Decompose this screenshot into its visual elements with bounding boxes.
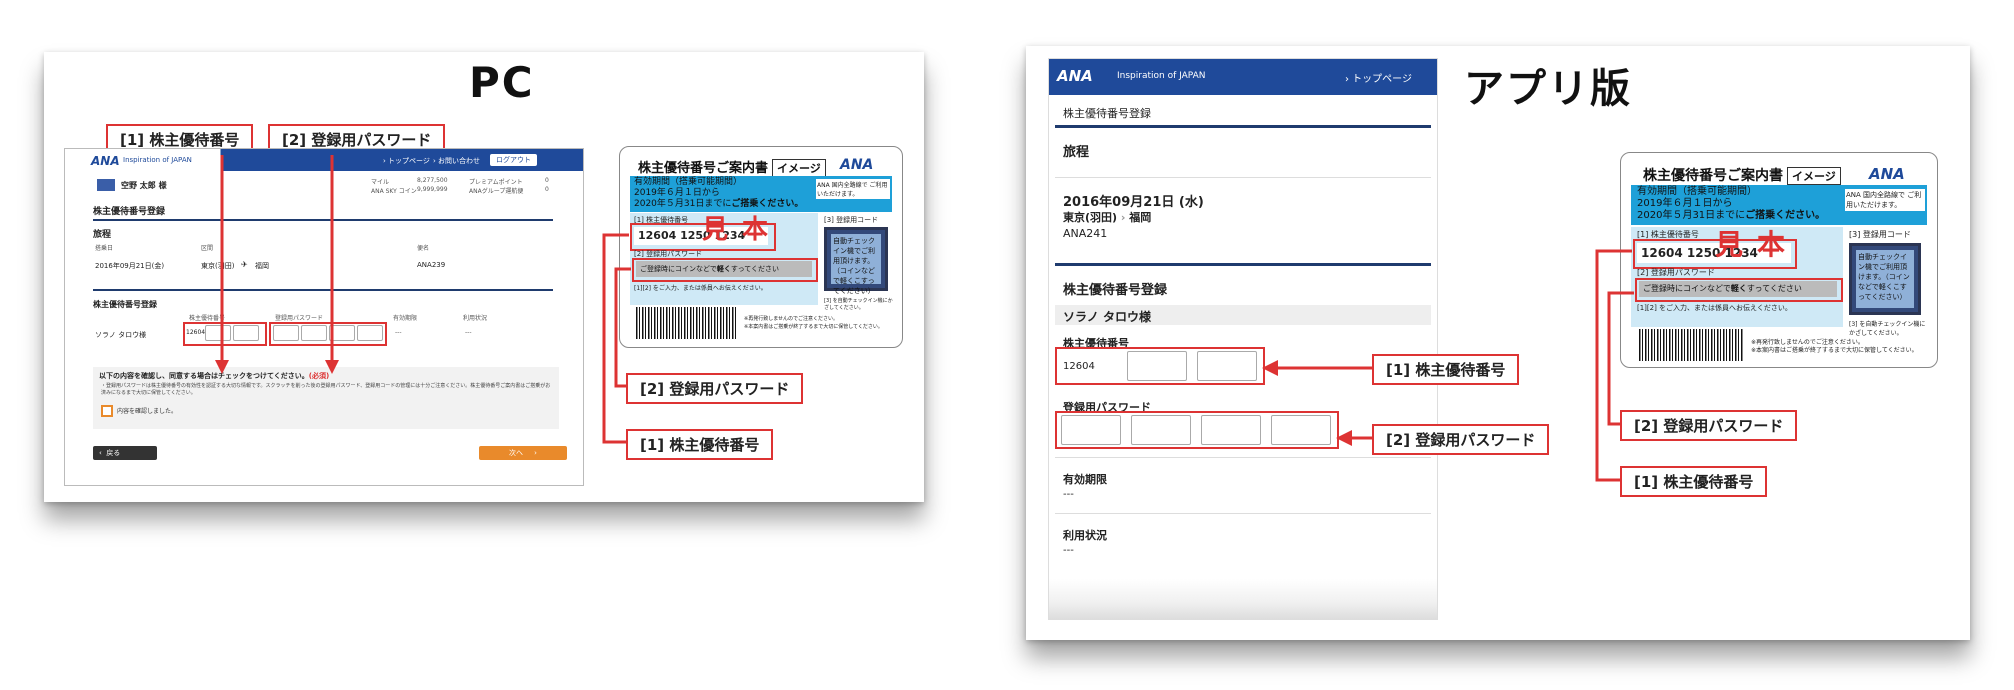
arrow-number-head [215,360,229,374]
connector-password [614,267,631,388]
pc-panel: PC [1] 株主優待番号 [2] 登録用パスワード ANA Inspirati… [44,52,924,502]
arrow-password-head [325,360,339,374]
arrow-app-number-head [1262,360,1278,376]
pc-arrows [215,155,631,444]
arrow-app-password-head [1336,430,1352,446]
app-panel: アプリ版 ANA Inspiration of JAPAN › トップページ 株… [1026,46,1970,640]
connector-app-number [1595,249,1632,482]
connector-app-password [1607,291,1634,426]
app-arrows [1262,249,1634,482]
